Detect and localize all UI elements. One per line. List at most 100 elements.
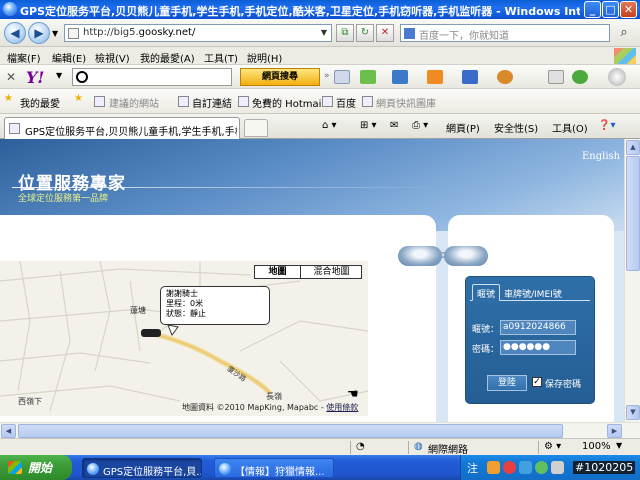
map-view[interactable]: 地圖 混合地圖 謝謝騎士 里程：0米 狀態：靜止 蓮塘 西嶺下 長嶺 廈沙路 地… (0, 261, 368, 416)
place-label: 蓮塘 (130, 306, 146, 315)
yahoo-search-input[interactable] (72, 68, 232, 86)
minimize-button[interactable]: _ (584, 1, 601, 18)
menu-edit[interactable]: 編輯(E) (52, 50, 86, 65)
menu-favorites[interactable]: 我的最愛(A) (140, 50, 195, 65)
fav-item-suggested[interactable]: 建議的網站 (109, 95, 159, 110)
login-button[interactable]: 登陸 (487, 375, 527, 391)
back-icon[interactable]: ◀ (4, 22, 26, 44)
clock[interactable]: #1020205 (573, 461, 636, 474)
site-tagline: 全球定位服務第一品牌 (18, 194, 109, 204)
status-divider (538, 441, 539, 454)
print-icon[interactable]: ⎙ ▾ (412, 120, 428, 131)
new-tab-button[interactable] (244, 119, 268, 137)
login-tab-account[interactable]: 暱號 (472, 284, 501, 301)
close-button[interactable]: ✕ (620, 1, 637, 18)
more-icon[interactable] (548, 70, 564, 84)
maximize-button[interactable]: □ (602, 1, 619, 18)
tray-icon[interactable] (503, 461, 516, 474)
tray-icon[interactable] (519, 461, 532, 474)
web-search-button[interactable]: 網頁搜尋 (240, 68, 320, 86)
map-tab-hybrid[interactable]: 混合地圖 (302, 266, 361, 278)
volume-icon[interactable] (551, 461, 564, 474)
home-icon[interactable]: ⌂ ▾ (322, 120, 337, 131)
menu-view[interactable]: 檢視(V) (95, 50, 130, 65)
help-icon[interactable]: ❓▾ (598, 120, 615, 131)
vehicle-marker-icon[interactable] (141, 329, 161, 337)
fav-item-hotmail[interactable]: 免費的 Hotmail (252, 95, 324, 110)
info-line: 謝謝騎士 (166, 289, 198, 298)
zoom-level[interactable]: 100% (582, 441, 611, 452)
tray-icon[interactable] (487, 461, 500, 474)
search-input[interactable]: 百度一下，你就知道 (400, 24, 610, 42)
edit-icon[interactable] (334, 70, 350, 84)
place-label: 西嶺下 (18, 397, 42, 406)
fav-item-webslice[interactable]: 網頁快訊圖庫 (376, 95, 436, 110)
scroll-down-icon[interactable]: ▼ (626, 405, 640, 420)
add-icon[interactable] (572, 70, 588, 84)
bookmark-icon[interactable] (392, 70, 408, 84)
cmd-tools[interactable]: 工具(O) (552, 120, 588, 135)
fav-item-custom-links[interactable]: 自訂連結 (192, 95, 232, 110)
yahoo-logo[interactable]: Y! (26, 68, 44, 87)
more-chevron-icon[interactable]: » (324, 71, 330, 81)
arrow-icon[interactable] (360, 70, 376, 84)
account-input[interactable]: a0912024866 (500, 320, 576, 335)
menu-help[interactable]: 說明(H) (247, 50, 282, 65)
close-toolbar-icon[interactable]: ✕ (6, 70, 16, 84)
ime-indicator[interactable]: 注 (467, 460, 478, 476)
vertical-scroll-thumb[interactable] (626, 156, 640, 271)
start-button[interactable]: 開始 (0, 455, 72, 480)
remember-checkbox[interactable]: ✓ (532, 377, 542, 387)
place-label: 長嶺 (266, 392, 282, 401)
compatibility-icon[interactable]: ⧉ (336, 24, 354, 42)
taskbar-item-ie[interactable]: GPS定位服務平台,貝... (82, 458, 202, 478)
map-tab-map[interactable]: 地圖 (255, 266, 301, 278)
globe-icon: ◍ (414, 441, 423, 452)
zoom-options-icon[interactable]: ⚙ ▾ (544, 441, 561, 452)
history-dropdown-icon[interactable]: ▼ (52, 29, 58, 38)
scroll-left-icon[interactable]: ◀ (1, 424, 16, 438)
english-link[interactable]: English (582, 151, 620, 162)
binder-ring-icon (444, 246, 488, 266)
url-input[interactable]: http://big5.goosky.net/ ▼ (64, 24, 332, 42)
password-input[interactable]: ●●●●●● (500, 340, 576, 355)
window-title-bar[interactable]: GPS定位服务平台,贝贝熊儿童手机,学生手机,手机定位,酷米客,卫星定位,手机窃… (0, 0, 640, 19)
scroll-right-icon[interactable]: ▶ (607, 424, 622, 438)
messenger-icon[interactable] (497, 70, 513, 84)
refresh-icon[interactable]: ↻ (356, 24, 374, 42)
add-favorite-icon[interactable]: ★ (74, 93, 83, 104)
binder-ring-icon (398, 246, 442, 266)
search-icon[interactable]: ⌕ (614, 23, 634, 43)
horizontal-scroll-thumb[interactable] (18, 424, 563, 438)
login-tab-plate[interactable]: 車牌號/IMEI號 (504, 287, 562, 300)
cmd-safety[interactable]: 安全性(S) (494, 120, 538, 135)
protected-mode-icon[interactable]: ◔ (356, 441, 365, 452)
menu-tools[interactable]: 工具(T) (204, 50, 238, 65)
mail-cmd-icon[interactable]: ✉ (390, 120, 398, 131)
scroll-up-icon[interactable]: ▲ (626, 140, 640, 155)
menu-file[interactable]: 檔案(F) (7, 50, 41, 65)
vertical-scrollbar[interactable]: ▲ ▼ (624, 139, 640, 422)
cmd-page[interactable]: 網頁(P) (446, 120, 480, 135)
taskbar-item-forum[interactable]: 【情報】狩獵情報... (214, 458, 334, 478)
favorites-label[interactable]: 我的最愛 (20, 95, 60, 110)
forward-icon[interactable]: ▶ (28, 22, 50, 44)
rss-icon[interactable] (427, 70, 443, 84)
terms-link[interactable]: 使用條款 (326, 403, 358, 412)
feeds-icon[interactable]: ⊞ ▾ (360, 120, 377, 131)
horizontal-scrollbar[interactable]: ◀ ▶ (0, 422, 640, 438)
zoom-dropdown-icon[interactable]: ▼ (616, 441, 622, 450)
banner-divider (12, 187, 452, 188)
tab-title: GPS定位服务平台,贝贝熊儿童手机,学生手机,手机... (25, 127, 237, 138)
tray-icon[interactable] (535, 461, 548, 474)
mail-icon[interactable] (462, 70, 478, 84)
fav-item-baidu[interactable]: 百度 (336, 95, 356, 110)
yahoo-dropdown-icon[interactable]: ▼ (56, 71, 62, 80)
settings-gear-icon[interactable] (608, 68, 626, 86)
tab-active[interactable]: GPS定位服务平台,贝贝熊儿童手机,学生手机,手机... (4, 117, 240, 139)
stop-icon[interactable]: ✕ (376, 24, 394, 42)
favorites-star-icon[interactable]: ★ (4, 93, 13, 104)
tab-page-icon (9, 123, 20, 134)
url-dropdown-icon[interactable]: ▼ (317, 25, 331, 41)
security-zone[interactable]: 網際網路 (428, 441, 468, 456)
